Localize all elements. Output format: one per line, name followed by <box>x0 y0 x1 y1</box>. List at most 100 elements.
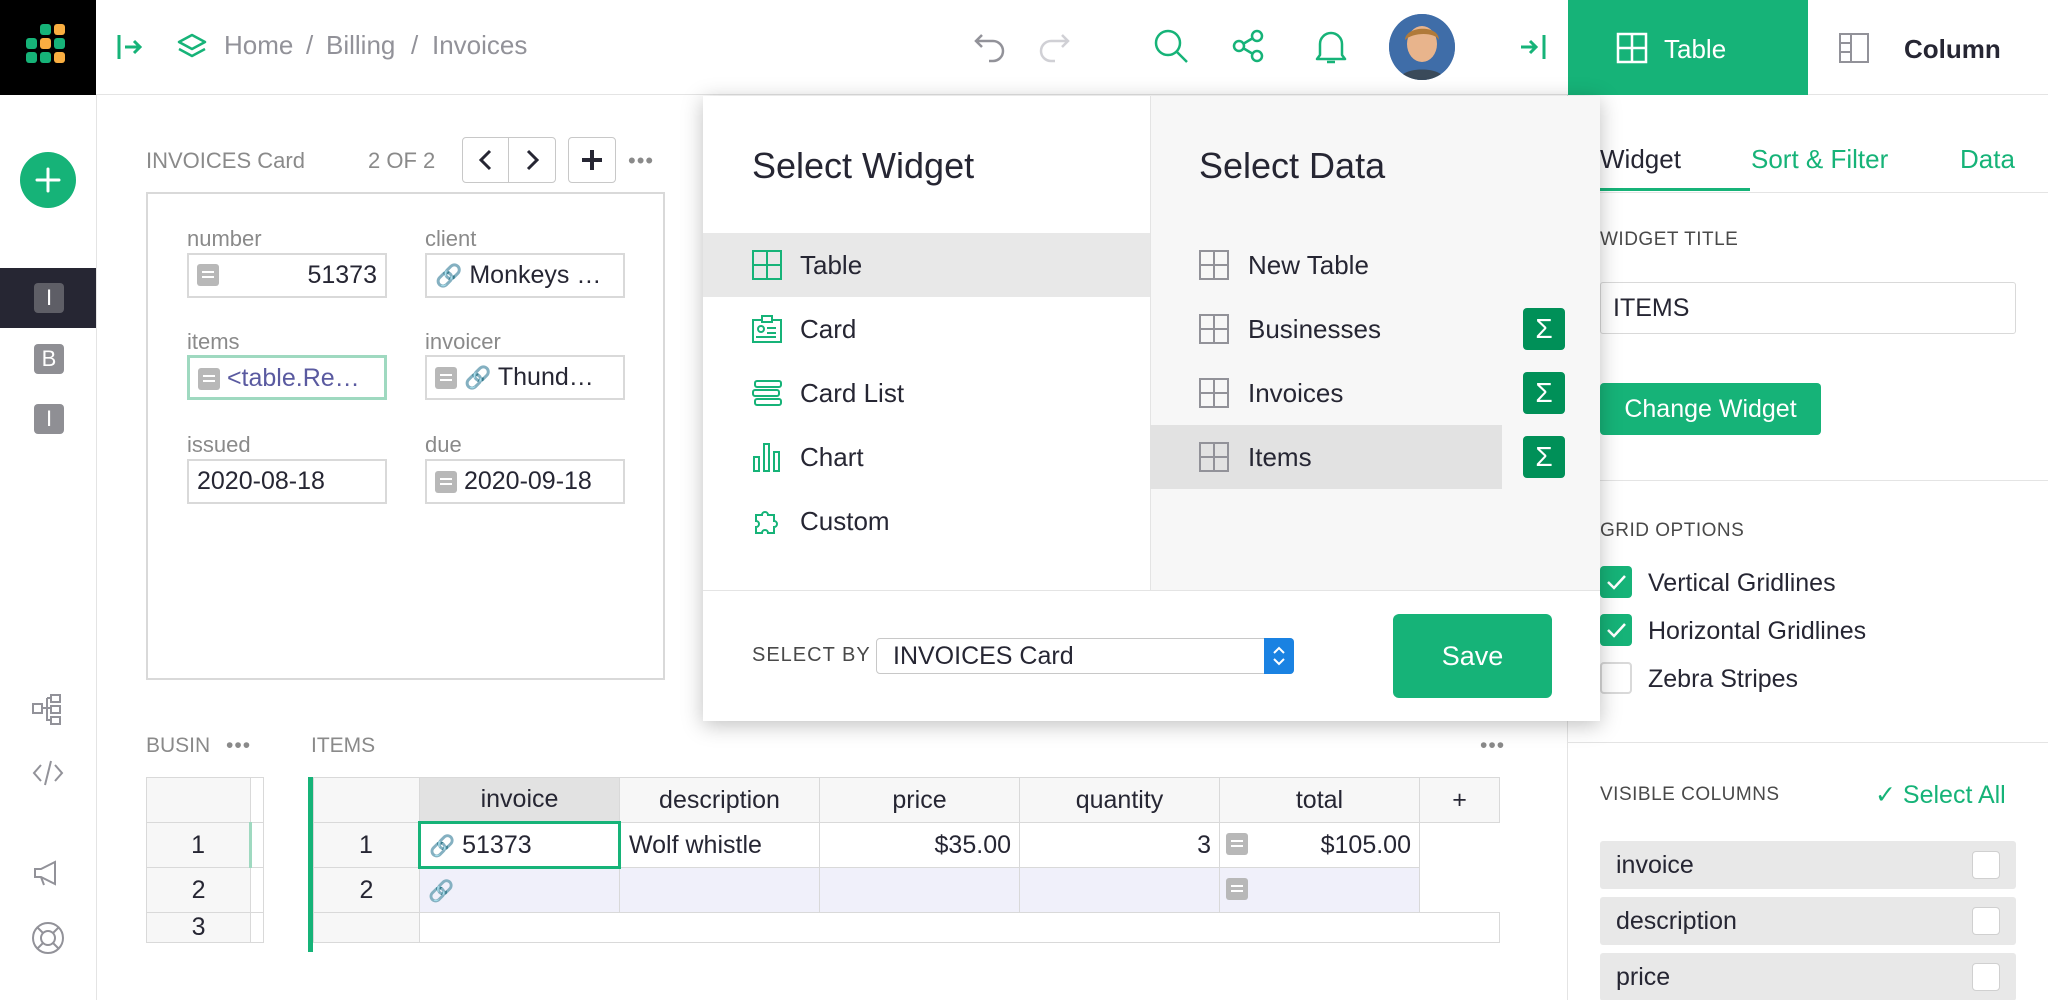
column-header-total[interactable]: total <box>1219 777 1420 823</box>
prev-card-button[interactable] <box>463 138 509 182</box>
items-widget-menu-icon[interactable]: ••• <box>1480 734 1505 758</box>
page-icon-invoices[interactable]: I <box>34 283 64 313</box>
widget-option-card-list[interactable]: Card List <box>703 361 1150 425</box>
busin-widget-menu-icon[interactable]: ••• <box>226 734 251 758</box>
select-all-label: Select All <box>1902 781 2006 809</box>
widget-title-input[interactable]: ITEMS <box>1600 282 2016 334</box>
horizontal-gridlines-checkbox[interactable] <box>1600 614 1632 646</box>
raw-data-icon[interactable] <box>31 692 65 726</box>
tab-column[interactable]: Column <box>1808 0 2048 95</box>
zebra-stripes-label[interactable]: Zebra Stripes <box>1648 665 1798 694</box>
subtab-data[interactable]: Data <box>1960 144 2015 175</box>
breadcrumb-home[interactable]: Home <box>224 30 293 61</box>
field-client[interactable]: 🔗 Monkeys … <box>425 253 625 298</box>
notifications-bell-icon[interactable] <box>1314 28 1348 66</box>
row-number[interactable]: 2 <box>313 867 420 913</box>
cell-total[interactable] <box>1219 867 1420 913</box>
column-header-quantity[interactable]: quantity <box>1019 777 1220 823</box>
summarize-items-button[interactable]: Σ <box>1523 436 1565 478</box>
field-invoicer[interactable]: 🔗 Thund… <box>425 355 625 400</box>
cell-invoice[interactable]: 🔗 51373 <box>418 821 621 869</box>
data-option-invoices[interactable]: Invoices <box>1150 361 1502 425</box>
open-right-panel-icon[interactable] <box>1518 32 1548 62</box>
zebra-stripes-checkbox[interactable] <box>1600 662 1632 694</box>
cell-description[interactable]: Wolf whistle <box>619 822 820 868</box>
page-icon-items[interactable]: I <box>34 404 64 434</box>
data-option-new-table[interactable]: New Table <box>1150 233 1502 297</box>
column-header-price[interactable]: price <box>819 777 1020 823</box>
summarize-invoices-button[interactable]: Σ <box>1523 372 1565 414</box>
share-icon[interactable] <box>1230 28 1266 64</box>
busin-widget-title[interactable]: BUSIN <box>146 734 210 758</box>
visible-column-checkbox[interactable] <box>1972 963 2000 991</box>
column-header-description[interactable]: description <box>619 777 820 823</box>
search-icon[interactable] <box>1152 27 1190 65</box>
next-card-button[interactable] <box>509 138 555 182</box>
cell-total[interactable]: $105.00 <box>1219 822 1420 868</box>
busin-row-number[interactable]: 2 <box>145 867 252 913</box>
field-issued[interactable]: 2020-08-18 <box>187 459 387 504</box>
summarize-businesses-button[interactable]: Σ <box>1523 308 1565 350</box>
busin-cell[interactable] <box>250 867 264 913</box>
card-widget-menu-icon[interactable]: ••• <box>628 148 654 174</box>
horizontal-gridlines-label[interactable]: Horizontal Gridlines <box>1648 617 1866 646</box>
busin-cell[interactable] <box>249 822 264 868</box>
collapse-left-panel-icon[interactable] <box>116 32 144 62</box>
add-card-button[interactable] <box>568 137 616 183</box>
new-row[interactable] <box>419 912 1500 943</box>
visible-column-price[interactable]: price <box>1600 953 2016 1000</box>
row-number[interactable]: 1 <box>313 822 420 868</box>
card-widget-title[interactable]: INVOICES Card <box>146 148 305 174</box>
user-avatar[interactable] <box>1389 14 1455 80</box>
busin-row-number[interactable]: 1 <box>145 822 252 868</box>
add-new-button[interactable] <box>20 152 76 208</box>
visible-column-description[interactable]: description <box>1600 897 2016 945</box>
visible-column-checkbox[interactable] <box>1972 907 2000 935</box>
cell-quantity[interactable]: 3 <box>1019 822 1220 868</box>
visible-column-invoice[interactable]: invoice <box>1600 841 2016 889</box>
select-all-button[interactable]: ✓ Select All <box>1875 780 2006 810</box>
subtab-widget[interactable]: Widget <box>1600 144 1681 175</box>
widget-option-custom[interactable]: Custom <box>703 489 1150 553</box>
cell-price[interactable]: $35.00 <box>819 822 1020 868</box>
change-widget-button[interactable]: Change Widget <box>1600 383 1821 435</box>
tab-table[interactable]: Table <box>1568 0 1808 95</box>
breadcrumb-invoices[interactable]: Invoices <box>432 30 527 61</box>
column-header-invoice[interactable]: invoice <box>419 777 620 823</box>
cell-quantity[interactable] <box>1019 867 1220 913</box>
undo-icon[interactable] <box>972 28 1008 66</box>
cell-price[interactable] <box>819 867 1020 913</box>
field-number[interactable]: 51373 <box>187 253 387 298</box>
breadcrumb-billing[interactable]: Billing <box>326 30 395 61</box>
visible-column-checkbox[interactable] <box>1972 851 2000 879</box>
field-due[interactable]: 2020-09-18 <box>425 459 625 504</box>
select-by-dropdown[interactable]: INVOICES Card <box>876 638 1294 674</box>
divider <box>1567 742 2048 743</box>
help-center-icon[interactable] <box>30 920 66 956</box>
widget-option-chart[interactable]: Chart <box>703 425 1150 489</box>
app-logo[interactable] <box>0 0 96 95</box>
data-option-businesses[interactable]: Businesses <box>1150 297 1502 361</box>
field-items[interactable]: <table.Re… <box>187 355 387 400</box>
vertical-gridlines-label[interactable]: Vertical Gridlines <box>1648 569 1836 598</box>
vertical-gridlines-checkbox[interactable] <box>1600 566 1632 598</box>
busin-cell[interactable] <box>250 912 264 943</box>
cell-description[interactable] <box>619 867 820 913</box>
items-widget-title[interactable]: ITEMS <box>311 734 375 758</box>
save-button[interactable]: Save <box>1393 614 1552 698</box>
widget-option-table[interactable]: Table <box>703 233 1150 297</box>
data-option-items[interactable]: Items <box>1150 425 1502 489</box>
busin-row-number[interactable]: 3 <box>145 912 252 943</box>
cell-invoice[interactable]: 🔗 <box>419 867 620 913</box>
subtab-sort-filter[interactable]: Sort & Filter <box>1751 144 1888 175</box>
code-view-icon[interactable] <box>31 756 65 790</box>
widget-option-card[interactable]: Card <box>703 297 1150 361</box>
row-number-new[interactable] <box>313 912 420 943</box>
redo-icon[interactable] <box>1036 28 1072 66</box>
select-by-label: SELECT BY <box>752 644 871 666</box>
busin-header-cell <box>250 777 264 823</box>
page-icon-businesses[interactable]: B <box>34 344 64 374</box>
add-column-button[interactable]: + <box>1419 777 1500 823</box>
announcements-icon[interactable] <box>31 856 65 890</box>
field-label-number: number <box>187 226 262 251</box>
